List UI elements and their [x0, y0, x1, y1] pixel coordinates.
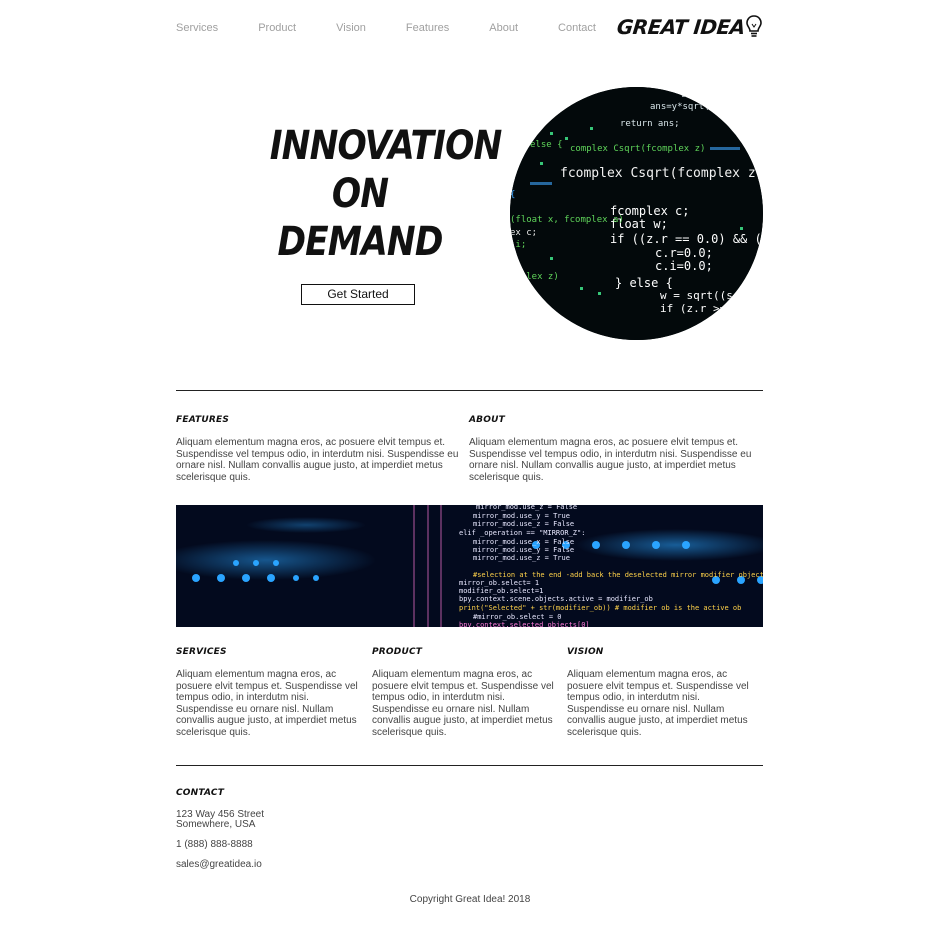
- svg-text:else {: else {: [530, 140, 563, 150]
- vision-text: Aliquam elementum magna eros, ac posuere…: [567, 669, 749, 738]
- svg-text:mirror_mod.use_y = False: mirror_mod.use_y = False: [473, 546, 574, 554]
- product-text: Aliquam elementum magna eros, ac posuere…: [372, 669, 554, 738]
- nav-link-vision[interactable]: Vision: [336, 22, 366, 34]
- get-started-button[interactable]: Get Started: [301, 284, 415, 305]
- code-banner-image: mirror_mod.use_z = False mirror_mod.use_…: [176, 505, 763, 627]
- svg-text:print("Selected" + str(modifie: print("Selected" + str(modifier_ob)) # m…: [459, 604, 741, 612]
- svg-text:mirror_ob.select= 1: mirror_ob.select= 1: [459, 579, 539, 587]
- hero-title-line: DEMAND: [277, 219, 443, 265]
- svg-text:if ((z.r == 0.0) && (z.i == 0.: if ((z.r == 0.0) && (z.i == 0.0)): [610, 232, 763, 246]
- logo-text: GREAT IDEA: [615, 15, 747, 39]
- contact-heading: CONTACT: [176, 788, 225, 798]
- features-text: Aliquam elementum magna eros, ac posuere…: [176, 437, 459, 483]
- divider: [176, 765, 763, 766]
- svg-text:(float x, fcomplex a): (float x, fcomplex a): [510, 215, 624, 225]
- product-section: PRODUCT Aliquam elementum magna eros, ac…: [372, 647, 560, 738]
- svg-text:c.i=0.0;: c.i=0.0;: [655, 259, 713, 273]
- features-section: FEATURES Aliquam elementum magna eros, a…: [176, 415, 466, 483]
- hero-title-line: INNOVATION: [269, 123, 503, 169]
- vision-section: VISION Aliquam elementum magna eros, ac …: [567, 647, 755, 738]
- svg-text:return ans;: return ans;: [620, 119, 680, 129]
- about-heading: ABOUT: [469, 415, 505, 425]
- svg-text:if (z.r >= 0.0): if (z.r >= 0.0): [660, 302, 759, 315]
- svg-text:mirror_mod.use_z = False: mirror_mod.use_z = False: [476, 505, 577, 511]
- product-heading: PRODUCT: [372, 647, 423, 657]
- svg-text:complex Csqrt(fcomplex z): complex Csqrt(fcomplex z): [570, 144, 705, 154]
- svg-text:c.r=0.0;: c.r=0.0;: [655, 246, 713, 260]
- svg-text:#mirror_ob.select = 0: #mirror_ob.select = 0: [473, 613, 562, 621]
- svg-text:temp=x/y;: temp=x/y;: [680, 90, 729, 100]
- svg-text:} else {: } else {: [615, 276, 673, 290]
- svg-text:mirror_mod.use_y = True: mirror_mod.use_y = True: [473, 512, 570, 520]
- svg-text:w = sqrt((sqrt(z.r: w = sqrt((sqrt(z.r: [660, 289, 763, 302]
- services-section: SERVICES Aliquam elementum magna eros, a…: [176, 647, 364, 738]
- nav-link-about[interactable]: About: [489, 22, 518, 34]
- nav-link-features[interactable]: Features: [406, 22, 449, 34]
- lightbulb-icon: [746, 15, 762, 37]
- contact-section: CONTACT 123 Way 456 Street Somewhere, US…: [176, 788, 264, 870]
- svg-text:modifier_ob.select=1: modifier_ob.select=1: [459, 587, 543, 595]
- hero-title: INNOVATION ON DEMAND: [270, 122, 503, 266]
- svg-text:omplex z): omplex z): [510, 272, 559, 282]
- vision-heading: VISION: [567, 647, 604, 657]
- svg-text:elif _operation == "MIRROR_Z":: elif _operation == "MIRROR_Z":: [459, 529, 585, 537]
- code-banner: mirror_mod.use_z = False mirror_mod.use_…: [176, 505, 763, 627]
- nav-link-contact[interactable]: Contact: [558, 22, 596, 34]
- about-text: Aliquam elementum magna eros, ac posuere…: [469, 437, 752, 483]
- svg-text:bpy.context.scene.objects.acti: bpy.context.scene.objects.active = modif…: [459, 595, 653, 603]
- contact-phone[interactable]: 1 (888) 888-8888: [176, 840, 264, 850]
- divider: [176, 390, 763, 391]
- svg-text:#selection at the end -add bac: #selection at the end -add back the dese…: [473, 571, 763, 579]
- svg-text:bpy.context.selected_objects[0: bpy.context.selected_objects[0]: [459, 621, 590, 627]
- nav-link-services[interactable]: Services: [176, 22, 218, 34]
- svg-text:mirror_mod.use_x = False: mirror_mod.use_x = False: [473, 538, 574, 546]
- code-screen-image: temp=x/y; ans=y*sqrt(1.0+temp* return an…: [510, 87, 763, 340]
- contact-email[interactable]: sales@greatidea.io: [176, 860, 264, 870]
- contact-address-line2: Somewhere, USA: [176, 819, 256, 830]
- about-section: ABOUT Aliquam elementum magna eros, ac p…: [469, 415, 759, 483]
- services-heading: SERVICES: [176, 647, 227, 657]
- svg-text:ex c;: ex c;: [510, 228, 537, 238]
- nav-link-product[interactable]: Product: [258, 22, 296, 34]
- hero-code-image: temp=x/y; ans=y*sqrt(1.0+temp* return an…: [510, 87, 763, 340]
- svg-text:{: {: [510, 190, 515, 200]
- svg-text:mirror_mod.use_z = False: mirror_mod.use_z = False: [473, 520, 574, 528]
- svg-text:.i;: .i;: [510, 240, 526, 250]
- svg-text:fcomplex Csqrt(fcomplex z): fcomplex Csqrt(fcomplex z): [560, 166, 763, 181]
- hero-title-line: ON: [331, 171, 389, 217]
- top-nav: Services Product Vision Features About C…: [176, 14, 763, 44]
- footer-copyright: Copyright Great Idea! 2018: [409, 894, 531, 905]
- features-heading: FEATURES: [176, 415, 230, 425]
- nav-links: Services Product Vision Features About C…: [176, 22, 636, 34]
- services-text: Aliquam elementum magna eros, ac posuere…: [176, 669, 358, 738]
- svg-text:mirror_mod.use_z = True: mirror_mod.use_z = True: [473, 554, 570, 562]
- svg-text:ans=y*sqrt(1.0+temp*: ans=y*sqrt(1.0+temp*: [650, 102, 758, 112]
- logo[interactable]: GREAT IDEA: [615, 14, 763, 40]
